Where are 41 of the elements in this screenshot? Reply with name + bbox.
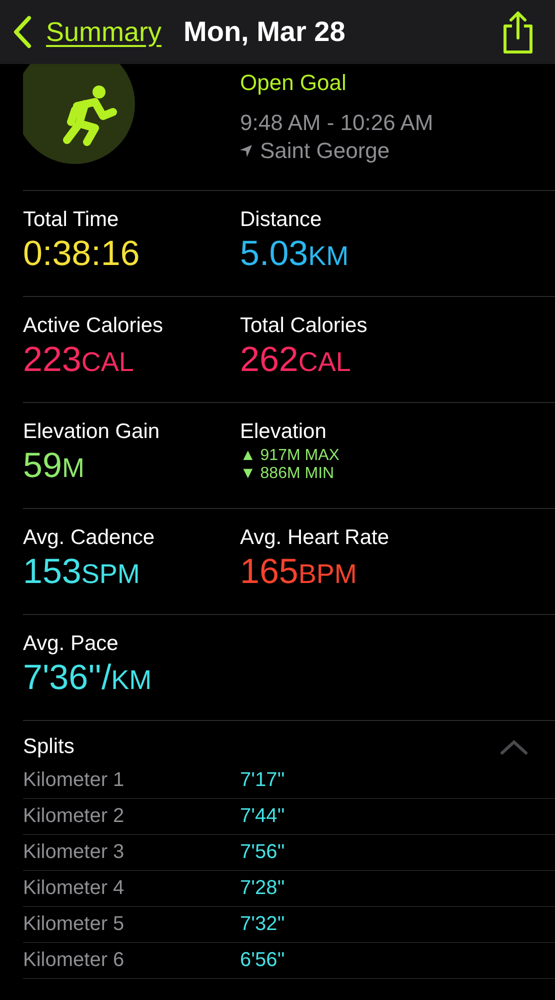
split-pace: 7'44'' [240,805,285,828]
nav-title: Mon, Mar 28 [184,16,346,48]
metric-value: 59M [23,445,86,487]
metric-label: Total Calories [240,314,368,338]
metric-value: 223CAL [23,339,135,381]
metric-value: 262CAL [240,339,352,381]
split-pace: 7'28'' [240,877,285,900]
split-label: Kilometer 3 [23,841,126,864]
metric-value: 5.03KM [240,233,350,275]
split-pace: 6'56'' [240,949,285,972]
metric-label: Avg. Cadence [23,526,156,550]
metric-value: 153SPM [23,551,141,593]
elevation-max: ▲ 917M MAX [240,447,340,465]
split-pace: 7'17'' [240,769,285,792]
metric-value: 165BPM [240,551,358,593]
time-range: 9:48 AM - 10:26 AM [240,110,434,136]
metric-label: Active Calories [23,314,164,338]
split-pace: 7'56'' [240,841,285,864]
split-label: Kilometer 1 [23,769,126,792]
metric-label: Avg. Pace [23,632,120,656]
metric-label: Elevation Gain [23,420,161,444]
split-label: Kilometer 6 [23,949,126,972]
back-chevron-icon [12,15,32,49]
metric-label: Total Time [23,208,120,232]
metric-value: 0:38:16 [23,233,141,275]
metric-label: Elevation [240,420,328,444]
location-label: Saint George [260,138,390,164]
metric-value: 7'36''/KM [23,657,153,699]
share-icon[interactable] [501,10,535,54]
split-label: Kilometer 5 [23,913,126,936]
location-arrow-icon [240,145,252,157]
metric-label: Avg. Heart Rate [240,526,390,550]
split-pace: 7'32'' [240,913,285,936]
running-figure-icon [23,64,135,164]
splits-title: Splits [23,735,74,759]
goal-label: Open Goal [240,70,348,96]
elevation-min: ▼ 886M MIN [240,465,336,483]
split-label: Kilometer 4 [23,877,126,900]
back-button[interactable]: Summary [12,15,162,49]
metric-label: Distance [240,208,323,232]
split-label: Kilometer 2 [23,805,126,828]
